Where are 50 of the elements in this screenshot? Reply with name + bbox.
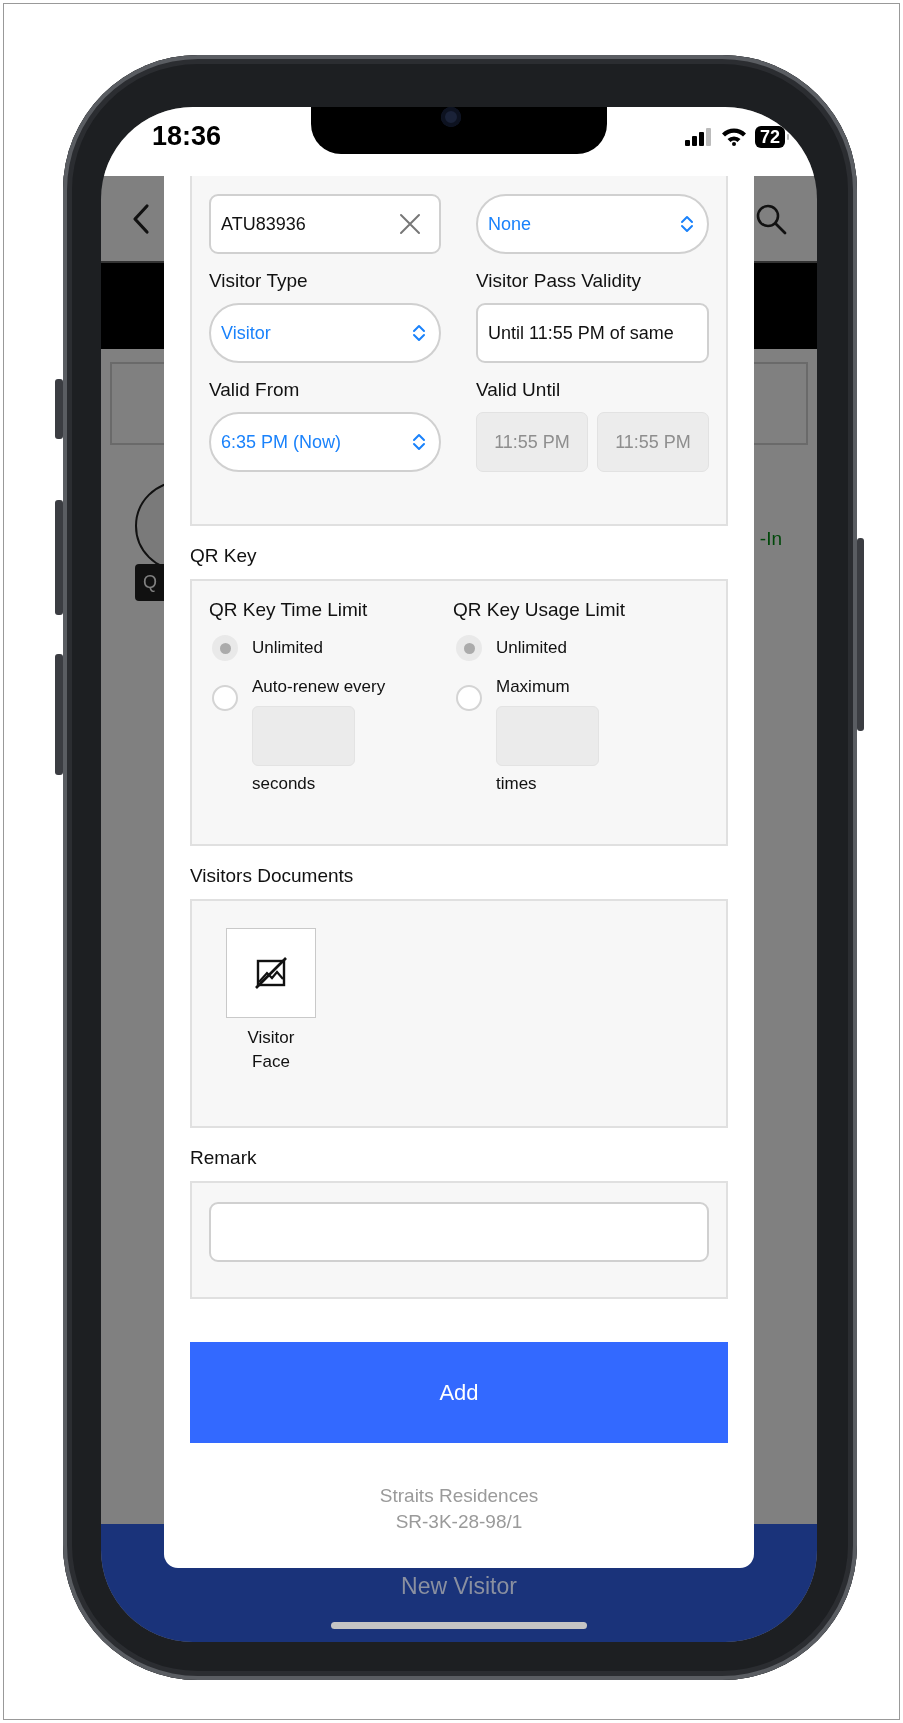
- text-field[interactable]: Until 11:55 PM of same: [476, 303, 709, 363]
- section-title: Visitors Documents: [190, 865, 355, 887]
- section-title: QR Key: [190, 545, 258, 567]
- radio-button[interactable]: [212, 635, 238, 661]
- group-title: QR Key Time Limit: [209, 599, 369, 621]
- disabled-time-field: 11:55 PM: [476, 412, 588, 472]
- field-label: Valid From: [209, 379, 301, 401]
- add-button[interactable]: Add: [190, 1342, 728, 1443]
- group-title: QR Key Usage Limit: [453, 599, 627, 621]
- chevron-up-down-icon: [411, 323, 427, 343]
- select-field[interactable]: 6:35 PM (Now): [209, 412, 441, 472]
- back-icon: [131, 202, 151, 235]
- photo-upload-tile[interactable]: [226, 928, 316, 1018]
- signal-icon: [684, 127, 713, 146]
- camera-dot: [441, 107, 461, 127]
- chevron-up-down-icon: [411, 432, 427, 452]
- radio-label: Maximum: [496, 677, 571, 697]
- select-value: 6:35 PM (Now): [221, 431, 342, 453]
- radio-button[interactable]: [456, 635, 482, 661]
- search-icon: [755, 202, 787, 235]
- unit-label: times: [496, 774, 538, 794]
- footer-text: SR-3K-28-98/1: [394, 1510, 524, 1534]
- disabled-time-field: 11:55 PM: [597, 412, 709, 472]
- wifi-icon: [720, 127, 747, 146]
- field-label: Visitor Type: [209, 270, 309, 292]
- footer-text: Straits Residences: [378, 1484, 540, 1508]
- field-label: Visitor Pass Validity: [476, 270, 643, 292]
- section-title: Remark: [190, 1147, 258, 1169]
- close-icon: [399, 213, 421, 235]
- field-label: Valid Until: [476, 379, 562, 401]
- status-time: 18:36: [152, 121, 222, 152]
- select-field[interactable]: None: [476, 194, 709, 254]
- select-value: None: [488, 213, 532, 235]
- radio-label: Auto-renew every: [252, 677, 386, 697]
- remark-field[interactable]: [209, 1202, 709, 1262]
- status-text: -In: [759, 528, 782, 550]
- field-value: Until 11:55 PM of same: [488, 322, 674, 344]
- bottom-bar-title: New Visitor: [401, 1573, 517, 1600]
- select-field[interactable]: Visitor: [209, 303, 441, 363]
- unit-label: seconds: [252, 774, 317, 794]
- text-field[interactable]: ATU83936: [209, 194, 441, 254]
- field-value: ATU83936: [221, 213, 306, 235]
- radio-button[interactable]: [212, 685, 238, 711]
- document-label: Visitor Face: [246, 1027, 296, 1073]
- radio-label: Unlimited: [252, 638, 323, 658]
- image-off-icon: [253, 955, 289, 991]
- radio-button[interactable]: [456, 685, 482, 711]
- chevron-up-down-icon: [679, 214, 695, 234]
- select-value: Visitor: [221, 322, 271, 344]
- radio-label: Unlimited: [496, 638, 567, 658]
